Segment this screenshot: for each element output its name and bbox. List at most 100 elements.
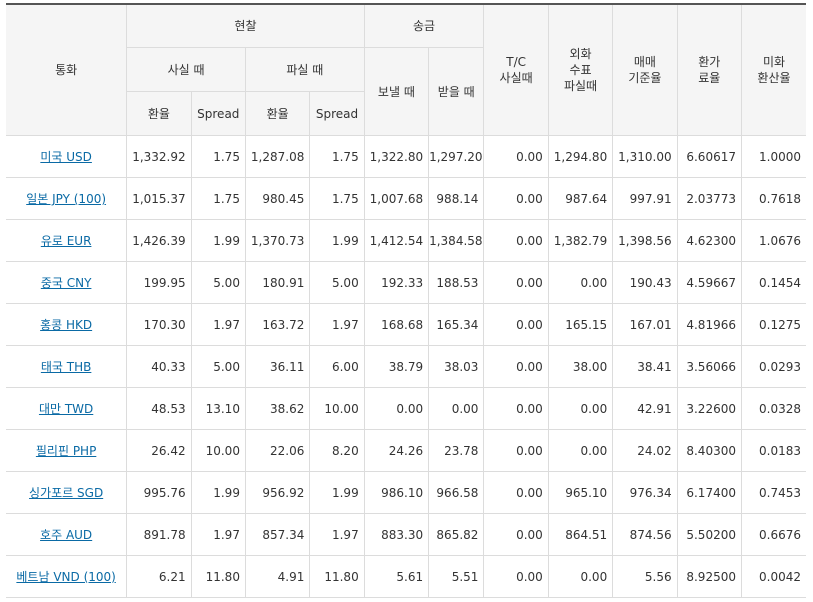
currency-cell: 홍콩 HKD [6,303,127,346]
remit-send-cell: 192.33 [363,261,429,304]
exchange-rate-table: 통화 현찰 송금 T/C 사실때 외화 수표 파실때 매매 기준율 환가 료율 미화 환산율… [6,3,806,598]
check-sell-cell: 0.00 [547,555,613,598]
currency-link[interactable]: 미국 USD [40,150,92,164]
currency-link[interactable]: 중국 CNY [41,276,92,290]
buy-rate-cell: 1,015.37 [126,177,192,220]
buy-spread-cell: 1.75 [190,135,246,178]
currency-link[interactable]: 호주 AUD [40,528,92,542]
sell-rate-cell: 180.91 [244,261,310,304]
usd-rate-cell: 0.1454 [740,261,806,304]
currency-link[interactable]: 태국 THB [41,360,91,374]
usd-rate-cell: 0.0042 [740,555,806,598]
currency-cell: 일본 JPY (100) [6,177,127,220]
table-row: 홍콩 HKD 170.30 1.97 163.72 1.97 168.68 165.34 0.… [6,303,806,346]
remit-receive-cell: 188.53 [428,261,484,304]
exchange-rate-page: 통화 현찰 송금 T/C 사실때 외화 수표 파실때 매매 기준율 환가 료율 미화 환산율… [0,0,813,602]
base-rate-cell: 874.56 [612,513,678,556]
remit-receive-cell: 38.03 [428,345,484,388]
check-sell-cell: 0.00 [547,261,613,304]
currency-link[interactable]: 유로 EUR [41,234,92,248]
sell-spread-cell: 11.80 [309,555,365,598]
base-rate-cell: 997.91 [612,177,678,220]
tc-sell-cell: 0.00 [483,555,549,598]
currency-cell: 호주 AUD [6,513,127,556]
cash-header: 현찰 [126,3,365,48]
currency-link[interactable]: 대만 TWD [39,402,93,416]
tc-sell-cell: 0.00 [483,387,549,430]
table-body: 미국 USD 1,332.92 1.75 1,287.08 1.75 1,322.80 1,… [6,135,806,598]
usd-rate-cell: 0.0328 [740,387,806,430]
remit-send-cell: 24.26 [363,429,429,472]
remit-receive-cell: 165.34 [428,303,484,346]
buy-spread-cell: 1.75 [190,177,246,220]
currency-link[interactable]: 필리핀 PHP [36,444,96,458]
remit-receive-cell: 865.82 [428,513,484,556]
remit-send-cell: 5.61 [363,555,429,598]
base-rate-cell: 5.56 [612,555,678,598]
remit-send-cell: 0.00 [363,387,429,430]
usd-rate-cell: 0.7453 [740,471,806,514]
buy-rate-cell: 1,332.92 [126,135,192,178]
base-rate-cell: 976.34 [612,471,678,514]
currency-link[interactable]: 홍콩 HKD [40,318,92,332]
buy-spread-cell: 1.97 [190,513,246,556]
buy-spread-cell: 1.99 [190,471,246,514]
currency-cell: 유로 EUR [6,219,127,262]
table-row: 호주 AUD 891.78 1.97 857.34 1.97 883.30 865.82 0.… [6,513,806,556]
buy-spread-cell: 5.00 [190,345,246,388]
remit-send-cell: 38.79 [363,345,429,388]
sell-rate-cell: 956.92 [244,471,310,514]
currency-link[interactable]: 일본 JPY (100) [26,192,106,206]
sell-spread-cell: 6.00 [309,345,365,388]
currency-cell: 태국 THB [6,345,127,388]
check-sell-cell: 1,382.79 [547,219,613,262]
currency-cell: 필리핀 PHP [6,429,127,472]
conv-rate-cell: 8.40300 [676,429,742,472]
sell-rate-cell: 38.62 [244,387,310,430]
conv-rate-cell: 8.92500 [676,555,742,598]
remit-send-cell: 168.68 [363,303,429,346]
remit-send-cell: 1,322.80 [363,135,429,178]
cash-buy-header: 사실 때 [126,47,246,92]
currency-header: 통화 [6,3,128,136]
buy-rate-cell: 199.95 [126,261,192,304]
table-row: 유로 EUR 1,426.39 1.99 1,370.73 1.99 1,412.54 1,… [6,219,806,262]
conv-rate-cell: 3.56066 [676,345,742,388]
table-row: 중국 CNY 199.95 5.00 180.91 5.00 192.33 188.53 0.… [6,261,806,304]
tc-sell-cell: 0.00 [483,177,549,220]
remit-receive-cell: 1,384.58 [428,219,484,262]
currency-cell: 대만 TWD [6,387,127,430]
tc-sell-cell: 0.00 [483,303,549,346]
base-rate-cell: 1,310.00 [612,135,678,178]
buy-rate-cell: 1,426.39 [126,219,192,262]
remit-receive-cell: 0.00 [428,387,484,430]
remit-receive-header: 받을 때 [428,47,485,136]
tc-sell-cell: 0.00 [483,429,549,472]
base-rate-cell: 1,398.56 [612,219,678,262]
table-row: 일본 JPY (100) 1,015.37 1.75 980.45 1.75 1,007.… [6,177,806,220]
tc-sell-cell: 0.00 [483,345,549,388]
currency-link[interactable]: 싱가포르 SGD [29,486,103,500]
check-sell-cell: 1,294.80 [547,135,613,178]
remit-receive-cell: 988.14 [428,177,484,220]
sell-rate-cell: 857.34 [244,513,310,556]
buy-rate-cell: 6.21 [126,555,192,598]
table-header: 통화 현찰 송금 T/C 사실때 외화 수표 파실때 매매 기준율 환가 료율 미화 환산율… [6,3,806,136]
cash-sell-header: 파실 때 [244,47,365,92]
usd-rate-cell: 0.1275 [740,303,806,346]
conv-rate-cell: 3.22600 [676,387,742,430]
buy-rate-cell: 170.30 [126,303,192,346]
sell-rate-cell: 1,370.73 [244,219,310,262]
usd-rate-cell: 1.0676 [740,219,806,262]
sell-spread-cell: 1.99 [309,219,365,262]
check-sell-cell: 38.00 [547,345,613,388]
currency-link[interactable]: 베트남 VND (100) [16,570,115,584]
buy-spread-cell: 5.00 [190,261,246,304]
buy-rate-cell: 891.78 [126,513,192,556]
sell-spread-cell: 10.00 [309,387,365,430]
tc-sell-cell: 0.00 [483,135,549,178]
buy-spread-cell: 10.00 [190,429,246,472]
tc-sell-header: T/C 사실때 [483,3,549,136]
buy-rate-cell: 995.76 [126,471,192,514]
tc-sell-cell: 0.00 [483,513,549,556]
